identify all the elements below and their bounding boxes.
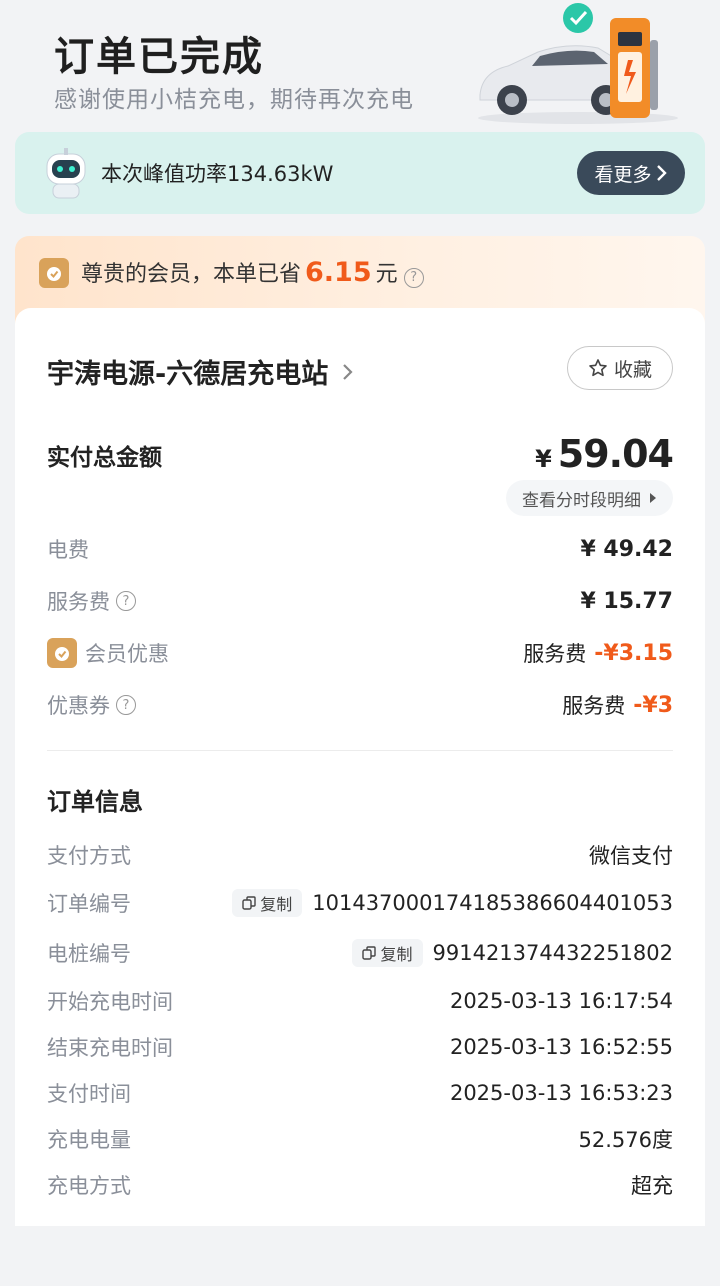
order-info-label: 电桩编号 xyxy=(47,942,131,966)
divider xyxy=(47,750,673,751)
order-info-row: 结束充电时间 2025-03-13 16:52:55 xyxy=(47,1032,673,1062)
order-info-row: 电桩编号 复制 991421374432251802 xyxy=(47,938,673,968)
order-info-row: 充电电量 52.576度 xyxy=(47,1124,673,1154)
order-info-value: 微信支付 xyxy=(589,844,673,868)
order-number-value: 101437000174185386604401053 xyxy=(312,891,673,915)
time-breakdown-label: 查看分时段明细 xyxy=(522,490,641,511)
chevron-right-icon xyxy=(656,165,667,181)
fee-label: 电费 xyxy=(47,538,89,562)
order-info-label: 开始充电时间 xyxy=(47,990,173,1014)
member-medal-icon xyxy=(47,638,77,668)
order-info-row: 支付方式 微信支付 xyxy=(47,840,673,870)
order-info-label: 结束充电时间 xyxy=(47,1036,173,1060)
copy-pile-number-button[interactable]: 复制 xyxy=(352,939,423,967)
discount-target: 服务费 xyxy=(523,642,587,666)
page-subtitle: 感谢使用小桔充电，期待再次充电 xyxy=(54,87,414,113)
order-info-value: 2025-03-13 16:17:54 xyxy=(449,989,673,1013)
robot-mascot-icon xyxy=(46,148,86,199)
copy-label: 复制 xyxy=(380,945,413,964)
fee-label: 服务费 xyxy=(47,590,110,614)
member-saved-amount: 6.15 xyxy=(305,257,372,288)
fee-value: ¥ 15.77 xyxy=(580,588,673,614)
order-detail-card: 宇涛电源-六德居充电站 收藏 实付总金额 ¥ 59.04 查看分时段明细 电费 … xyxy=(15,308,705,1226)
station-link[interactable]: 宇涛电源-六德居充电站 xyxy=(47,352,354,391)
copy-order-number-button[interactable]: 复制 xyxy=(232,889,303,917)
favorite-button[interactable]: 收藏 xyxy=(567,346,673,390)
copy-label: 复制 xyxy=(260,895,293,914)
member-savings-prefix: 尊贵的会员，本单已省 xyxy=(81,262,302,287)
currency-symbol: ¥ xyxy=(535,445,552,473)
order-info-title: 订单信息 xyxy=(47,788,143,816)
station-name: 宇涛电源-六德居充电站 xyxy=(47,359,329,390)
page-title: 订单已完成 xyxy=(54,34,264,80)
car-charger-illustration xyxy=(478,3,678,124)
star-icon xyxy=(589,359,607,377)
chevron-right-icon xyxy=(343,363,353,380)
total-amount-value: 59.04 xyxy=(557,432,674,476)
favorite-label: 收藏 xyxy=(613,358,652,381)
order-info-label: 充电电量 xyxy=(47,1128,131,1152)
pile-number-value: 991421374432251802 xyxy=(432,941,674,965)
total-amount: ¥ 59.04 xyxy=(535,432,674,476)
order-info-row: 开始充电时间 2025-03-13 16:17:54 xyxy=(47,986,673,1016)
order-info-value: 2025-03-13 16:52:55 xyxy=(449,1035,673,1059)
member-savings-text: 尊贵的会员，本单已省 6.15 元 ? xyxy=(81,256,424,288)
member-saved-unit: 元 xyxy=(375,262,398,287)
peak-power-text: 本次峰值功率134.63kW xyxy=(101,162,334,186)
copy-icon xyxy=(362,946,377,960)
fee-row-member-discount: 会员优惠 服务费 -¥3.15 xyxy=(47,638,673,668)
help-icon[interactable]: ? xyxy=(403,267,424,288)
page-header: 订单已完成 感谢使用小桔充电，期待再次充电 xyxy=(0,0,720,130)
order-info-label: 支付时间 xyxy=(47,1082,131,1106)
discount-value: -¥3 xyxy=(633,692,673,718)
member-medal-icon xyxy=(39,258,69,288)
help-icon[interactable]: ? xyxy=(116,591,136,611)
fee-row-coupon: 优惠券? 服务费 -¥3 xyxy=(47,690,673,720)
fee-label: 优惠券 xyxy=(47,694,110,718)
help-icon[interactable]: ? xyxy=(116,695,136,715)
peak-power-banner: 本次峰值功率134.63kW 看更多 xyxy=(15,132,705,214)
order-info-row: 支付时间 2025-03-13 16:53:23 xyxy=(47,1078,673,1108)
fee-label: 会员优惠 xyxy=(85,642,169,666)
discount-target: 服务费 xyxy=(562,694,626,718)
order-info-label: 支付方式 xyxy=(47,844,131,868)
caret-right-icon xyxy=(650,493,656,503)
order-info-label: 订单编号 xyxy=(47,892,131,916)
total-amount-label: 实付总金额 xyxy=(47,445,162,471)
copy-icon xyxy=(242,896,256,910)
order-info-value: 超充 xyxy=(631,1174,673,1198)
see-more-button[interactable]: 看更多 xyxy=(577,151,685,195)
order-info-row: 充电方式 超充 xyxy=(47,1170,673,1200)
see-more-label: 看更多 xyxy=(594,163,652,186)
fee-row-service: 服务费? ¥ 15.77 xyxy=(47,586,673,616)
time-breakdown-link[interactable]: 查看分时段明细 xyxy=(506,480,673,516)
order-info-label: 充电方式 xyxy=(47,1174,131,1198)
fee-value: ¥ 49.42 xyxy=(580,536,673,562)
discount-value: -¥3.15 xyxy=(594,640,673,666)
order-info-row: 订单编号 复制 101437000174185386604401053 xyxy=(47,888,673,918)
fee-row-electricity: 电费 ¥ 49.42 xyxy=(47,534,673,564)
order-info-value: 52.576度 xyxy=(578,1128,673,1152)
order-info-value: 2025-03-13 16:53:23 xyxy=(449,1081,673,1105)
